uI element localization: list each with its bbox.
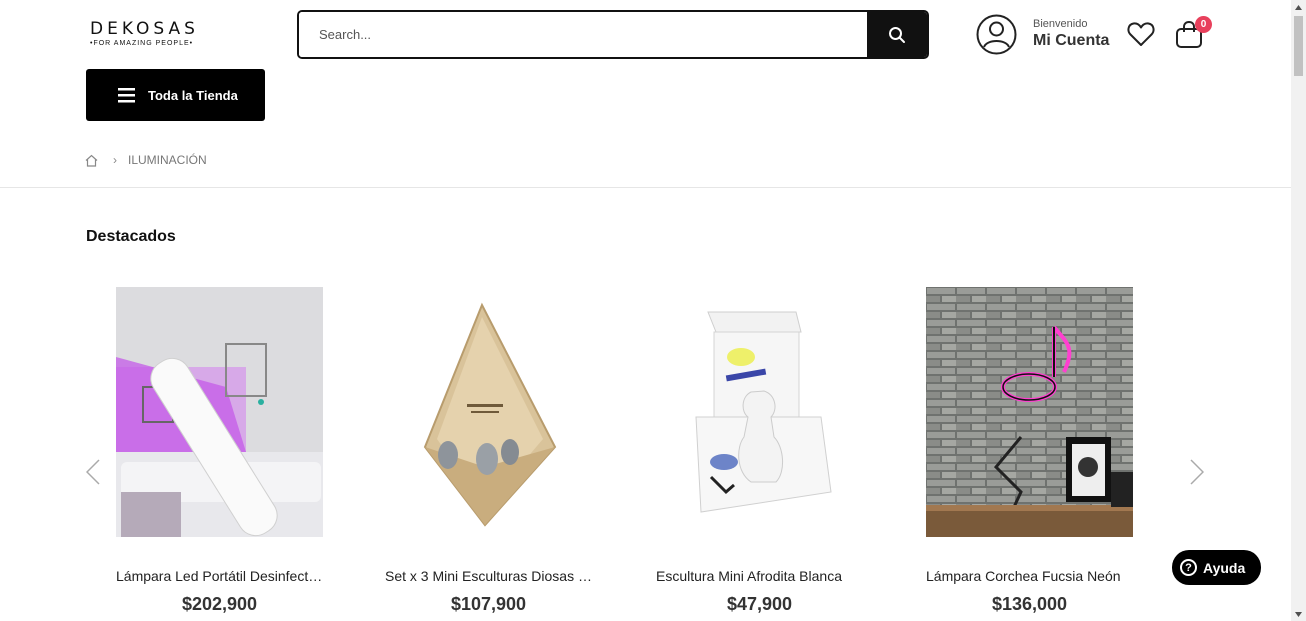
heart-icon xyxy=(1127,22,1155,46)
logo[interactable]: DEKOSAS •FOR AMAZING PEOPLE• xyxy=(90,19,205,47)
product-image[interactable] xyxy=(926,287,1133,537)
chevron-left-icon xyxy=(85,459,100,485)
product-price: $107,900 xyxy=(450,594,527,614)
product-name[interactable]: Escultura Mini Afrodita Blanca xyxy=(656,568,866,584)
scroll-up-arrow[interactable] xyxy=(1291,0,1306,14)
product-card[interactable]: Escultura Mini Afrodita Blanca $47,900 xyxy=(656,287,863,615)
carousel-next-button[interactable] xyxy=(1190,459,1205,490)
logo-tagline: •FOR AMAZING PEOPLE• xyxy=(90,40,194,47)
account-label: Mi Cuenta xyxy=(1033,32,1110,49)
product-name[interactable]: Set x 3 Mini Esculturas Diosas Griegas xyxy=(385,568,595,584)
product-image[interactable] xyxy=(656,287,863,537)
product-card[interactable]: Lámpara Corchea Fucsia Neón $136,000 xyxy=(926,287,1133,615)
question-icon: ? xyxy=(1180,559,1197,576)
search-bar xyxy=(297,10,929,59)
account-link[interactable]: Bienvenido Mi Cuenta xyxy=(976,14,1109,55)
cart-button[interactable]: 0 xyxy=(1175,16,1212,55)
help-button[interactable]: ? Ayuda xyxy=(1172,550,1261,585)
user-icon xyxy=(976,14,1017,55)
product-price: $47,900 xyxy=(726,594,793,614)
product-card[interactable]: Lámpara Led Portátil Desinfectante UV $2… xyxy=(116,287,326,615)
all-store-label: Toda la Tienda xyxy=(148,87,238,103)
breadcrumb: › ILUMINACIÓN xyxy=(85,153,207,167)
search-input[interactable] xyxy=(299,12,867,57)
chevron-right-icon xyxy=(1190,459,1205,485)
header-divider xyxy=(0,187,1291,188)
carousel-prev-button[interactable] xyxy=(85,459,100,490)
product-image[interactable] xyxy=(116,287,323,537)
wishlist-button[interactable] xyxy=(1127,21,1155,52)
hamburger-icon xyxy=(118,87,135,102)
scrollbar-thumb[interactable] xyxy=(1294,16,1303,76)
page-scrollbar[interactable] xyxy=(1291,0,1306,621)
search-button[interactable] xyxy=(867,12,927,57)
breadcrumb-current[interactable]: ILUMINACIÓN xyxy=(128,153,207,167)
home-icon[interactable] xyxy=(85,154,98,167)
cart-count-badge: 0 xyxy=(1195,16,1212,33)
search-icon xyxy=(889,26,905,43)
product-price: $136,000 xyxy=(991,594,1068,614)
product-image[interactable] xyxy=(385,287,592,537)
scroll-down-arrow[interactable] xyxy=(1291,607,1306,621)
help-label: Ayuda xyxy=(1203,559,1246,576)
chevron-right-icon: › xyxy=(113,153,117,167)
product-name[interactable]: Lámpara Corchea Fucsia Neón xyxy=(926,568,1136,584)
section-title: Destacados xyxy=(86,228,176,245)
product-price: $202,900 xyxy=(181,594,258,614)
product-card[interactable]: Set x 3 Mini Esculturas Diosas Griegas $… xyxy=(385,287,595,615)
welcome-text: Bienvenido xyxy=(1033,18,1088,30)
all-store-button[interactable]: Toda la Tienda xyxy=(86,69,265,121)
product-name[interactable]: Lámpara Led Portátil Desinfectante UV xyxy=(116,568,326,584)
logo-text: DEKOSAS xyxy=(90,19,199,39)
